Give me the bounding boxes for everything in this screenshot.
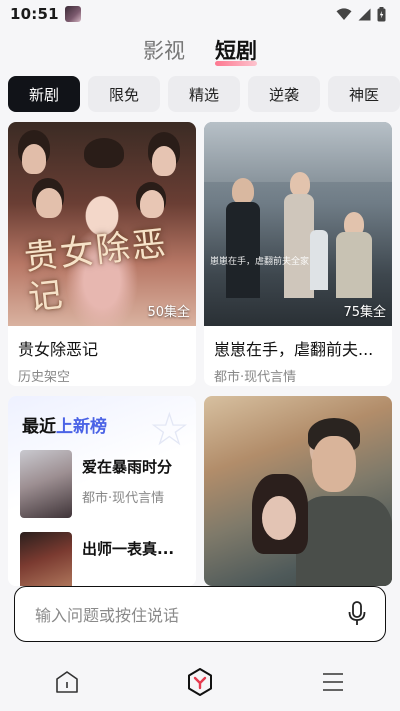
ranking-thumbnail (20, 450, 72, 518)
tab-movies[interactable]: 影视 (143, 34, 185, 68)
ranking-item-title: 爱在暴雨时分 (82, 458, 173, 476)
drama-genre: 都市·现代言情 (214, 370, 297, 385)
poster-figure (36, 188, 62, 218)
drama-poster-1: 贵女除恶记 50集全 (8, 122, 196, 326)
drama-genre: 历史架空 (18, 370, 71, 385)
poster-figure (140, 190, 164, 218)
ranking-item[interactable]: 爱在暴雨时分 都市·现代言情 (20, 450, 196, 518)
menu-icon (323, 672, 344, 691)
drama-card-2[interactable]: 崽崽在手，虐翻前夫全家 75集全 崽崽在手，虐翻前夫... 都市·现代言情 (204, 122, 392, 386)
microphone-icon[interactable] (347, 601, 367, 627)
battery-icon (377, 6, 386, 21)
star-decoration-icon: ☆ (148, 402, 190, 456)
poster-figure (336, 232, 372, 298)
home-icon (55, 670, 78, 693)
chip-free[interactable]: 限免 (88, 76, 160, 112)
top-tabs: 影视 短剧 (0, 34, 400, 68)
center-logo-icon (187, 667, 212, 696)
new-release-ranking-card[interactable]: ☆ 最近上新榜 爱在暴雨时分 都市·现代言情 出师一表真... (8, 396, 196, 586)
poster-tagline: 崽崽在手，虐翻前夫全家 (210, 257, 310, 267)
ranking-item[interactable]: 出师一表真... (20, 532, 196, 586)
status-icons (336, 6, 386, 22)
drama-card-1[interactable]: 贵女除恶记 50集全 贵女除恶记 历史架空 (8, 122, 196, 386)
drama-poster-2: 崽崽在手，虐翻前夫全家 75集全 (204, 122, 392, 326)
nav-home[interactable] (37, 669, 97, 695)
episode-badge: 50集全 (147, 305, 190, 320)
ranking-thumbnail (20, 532, 72, 586)
status-bar: 10:51 (0, 0, 400, 28)
poster-figure (290, 172, 310, 196)
ranking-item-title: 出师一表真... (82, 540, 175, 558)
chip-featured[interactable]: 精选 (168, 76, 240, 112)
chip-comeback[interactable]: 逆袭 (248, 76, 320, 112)
poster-figure (152, 146, 176, 176)
drama-title: 贵女除恶记 (18, 340, 99, 359)
ask-input[interactable]: 输入问题或按住说话 (35, 602, 179, 626)
poster-figure (22, 144, 46, 174)
nav-center[interactable] (170, 667, 230, 697)
poster-figure (262, 496, 296, 540)
wifi-icon (336, 7, 352, 20)
poster-figure (312, 436, 356, 492)
signal-icon (358, 8, 371, 20)
ranking-item-genre: 都市·现代言情 (82, 491, 165, 506)
poster-figure (226, 202, 260, 298)
notification-avatar-icon (64, 6, 81, 22)
poster-figure (232, 178, 254, 204)
ranking-title: 最近上新榜 (22, 417, 107, 437)
poster-figure (296, 496, 392, 586)
bottom-navigation (0, 652, 400, 711)
poster-figure (84, 138, 124, 168)
category-chips: 新剧 限免 精选 逆袭 神医 (8, 76, 400, 112)
nav-menu[interactable] (303, 670, 363, 694)
poster-figure (310, 230, 328, 290)
status-time: 10:51 (10, 5, 59, 23)
chip-new[interactable]: 新剧 (8, 76, 80, 112)
chip-miracle-doctor[interactable]: 神医 (328, 76, 400, 112)
drama-title: 崽崽在手，虐翻前夫... (214, 340, 374, 359)
episode-badge: 75集全 (343, 305, 386, 320)
drama-card-3[interactable] (204, 396, 392, 586)
ask-input-bar[interactable]: 输入问题或按住说话 (14, 586, 386, 642)
tab-short-drama[interactable]: 短剧 (215, 34, 257, 68)
